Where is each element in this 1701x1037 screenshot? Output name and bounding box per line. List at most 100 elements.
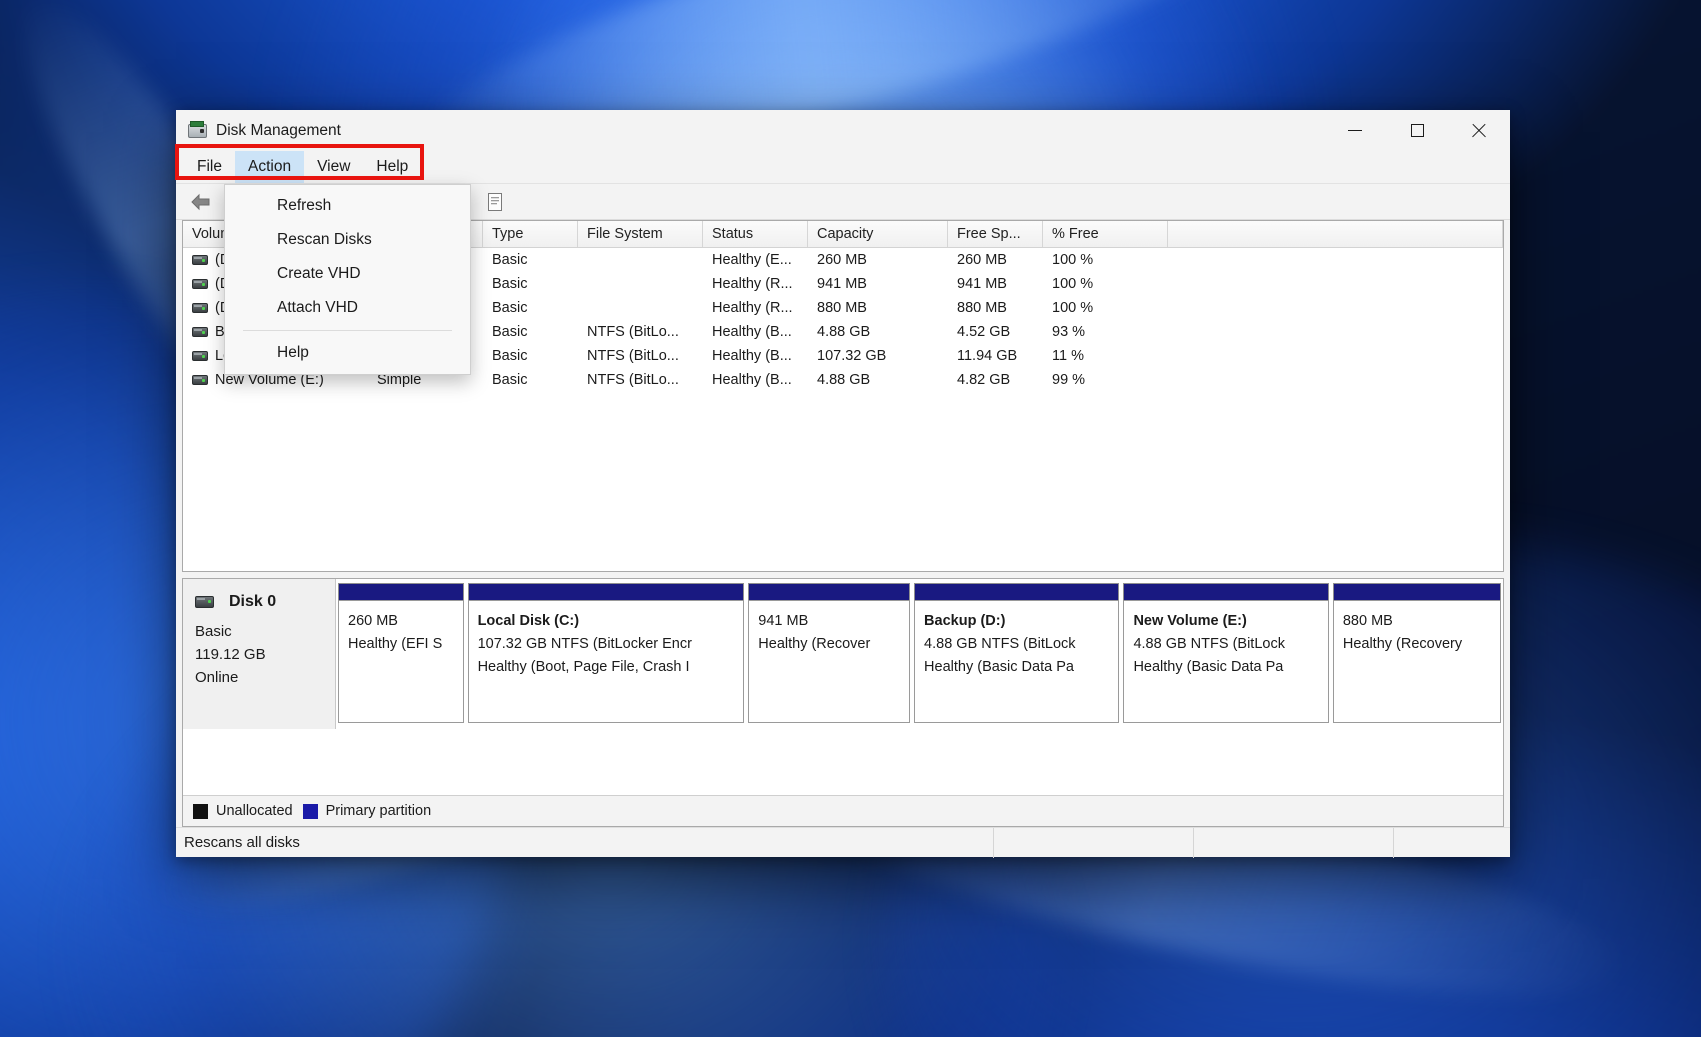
close-button[interactable]	[1448, 110, 1510, 151]
cell-free: 4.82 GB	[948, 372, 1043, 388]
menu-item-create-vhd[interactable]: Create VHD	[225, 257, 470, 291]
partition-status: Healthy (Basic Data Pa	[924, 656, 1110, 679]
volume-icon	[192, 327, 208, 337]
cell-pct_free: 100 %	[1043, 300, 1168, 316]
menu-help[interactable]: Help	[363, 151, 421, 183]
cell-type: Basic	[483, 300, 578, 316]
cell-status: Healthy (B...	[703, 372, 808, 388]
cell-pct_free: 93 %	[1043, 324, 1168, 340]
cell-type: Basic	[483, 324, 578, 340]
partition-strip: 260 MBHealthy (EFI SLocal Disk (C:)107.3…	[336, 579, 1503, 729]
partition-status: Healthy (Recover	[758, 633, 901, 656]
partition-size: 260 MB	[348, 610, 455, 633]
column-header-free-sp[interactable]: Free Sp...	[948, 221, 1043, 247]
partition-5[interactable]: 880 MBHealthy (Recovery	[1333, 583, 1501, 723]
cell-filesystem: NTFS (BitLo...	[578, 348, 703, 364]
menu-view[interactable]: View	[304, 151, 363, 183]
disk-management-window: Disk Management File Action View Help	[176, 110, 1510, 857]
status-text: Rescans all disks	[184, 834, 300, 851]
partition-type-bar	[1333, 583, 1501, 600]
cell-free: 941 MB	[948, 276, 1043, 292]
partition-type-bar	[914, 583, 1119, 600]
disk-info-panel[interactable]: Disk 0 Basic 119.12 GB Online	[183, 579, 336, 729]
partition-type-bar	[468, 583, 745, 600]
minimize-icon	[1348, 130, 1362, 131]
partition-0[interactable]: 260 MBHealthy (EFI S	[338, 583, 464, 723]
status-segment-3	[1393, 828, 1510, 858]
cell-capacity: 107.32 GB	[808, 348, 948, 364]
disk-row-0: Disk 0 Basic 119.12 GB Online 260 MBHeal…	[183, 579, 1503, 729]
partition-details: 941 MBHealthy (Recover	[748, 600, 910, 723]
cell-pct_free: 11 %	[1043, 348, 1168, 364]
action-dropdown-menu: RefreshRescan DisksCreate VHDAttach VHD H…	[224, 184, 471, 375]
partition-size: 880 MB	[1343, 610, 1492, 633]
column-header-capacity[interactable]: Capacity	[808, 221, 948, 247]
back-arrow-icon	[190, 193, 212, 211]
menu-action[interactable]: Action	[235, 151, 304, 183]
status-segment-1	[993, 828, 1193, 858]
legend-label: Unallocated	[216, 803, 293, 819]
maximize-button[interactable]	[1386, 110, 1448, 151]
menu-separator	[243, 330, 452, 331]
disk-type: Basic	[195, 620, 335, 643]
cell-status: Healthy (B...	[703, 324, 808, 340]
partition-type-bar	[1123, 583, 1328, 600]
cell-status: Healthy (E...	[703, 252, 808, 268]
partition-4[interactable]: New Volume (E:)4.88 GB NTFS (BitLockHeal…	[1123, 583, 1328, 723]
column-header-blank[interactable]	[1168, 221, 1503, 247]
partition-label: Backup (D:)	[924, 610, 1110, 633]
menu-item-attach-vhd[interactable]: Attach VHD	[225, 291, 470, 325]
properties-button[interactable]	[480, 188, 510, 216]
cell-pct_free: 100 %	[1043, 276, 1168, 292]
partition-status: Healthy (Recovery	[1343, 633, 1492, 656]
partition-details: Local Disk (C:)107.32 GB NTFS (BitLocker…	[468, 600, 745, 723]
cell-pct_free: 100 %	[1043, 252, 1168, 268]
legend-label: Primary partition	[326, 803, 432, 819]
status-segment-2	[1193, 828, 1393, 858]
partition-3[interactable]: Backup (D:)4.88 GB NTFS (BitLockHealthy …	[914, 583, 1119, 723]
menu-item-help[interactable]: Help	[225, 336, 470, 370]
column-header--free[interactable]: % Free	[1043, 221, 1168, 247]
cell-pct_free: 99 %	[1043, 372, 1168, 388]
menu-item-refresh[interactable]: Refresh	[225, 189, 470, 223]
volume-icon	[192, 351, 208, 361]
partition-status: Healthy (EFI S	[348, 633, 455, 656]
partition-size: 941 MB	[758, 610, 901, 633]
disk-icon	[195, 596, 214, 608]
partition-type-bar	[748, 583, 910, 600]
maximize-icon	[1411, 124, 1424, 137]
column-header-file-system[interactable]: File System	[578, 221, 703, 247]
cell-capacity: 4.88 GB	[808, 324, 948, 340]
volume-icon	[192, 255, 208, 265]
cell-capacity: 260 MB	[808, 252, 948, 268]
partition-details: 880 MBHealthy (Recovery	[1333, 600, 1501, 723]
cell-free: 880 MB	[948, 300, 1043, 316]
column-header-type[interactable]: Type	[483, 221, 578, 247]
partition-size: 107.32 GB NTFS (BitLocker Encr	[478, 633, 736, 656]
partition-2[interactable]: 941 MBHealthy (Recover	[748, 583, 910, 723]
cell-free: 260 MB	[948, 252, 1043, 268]
back-button[interactable]	[186, 188, 216, 216]
partition-label: Local Disk (C:)	[478, 610, 736, 633]
menu-item-rescan-disks[interactable]: Rescan Disks	[225, 223, 470, 257]
cell-type: Basic	[483, 276, 578, 292]
cell-status: Healthy (R...	[703, 300, 808, 316]
column-header-status[interactable]: Status	[703, 221, 808, 247]
cell-status: Healthy (R...	[703, 276, 808, 292]
properties-icon	[486, 192, 504, 212]
partition-details: New Volume (E:)4.88 GB NTFS (BitLockHeal…	[1123, 600, 1328, 723]
partition-label: New Volume (E:)	[1133, 610, 1319, 633]
disk-state: Online	[195, 666, 335, 689]
minimize-button[interactable]	[1324, 110, 1386, 151]
volume-icon	[192, 303, 208, 313]
cell-type: Basic	[483, 372, 578, 388]
cell-capacity: 941 MB	[808, 276, 948, 292]
partition-1[interactable]: Local Disk (C:)107.32 GB NTFS (BitLocker…	[468, 583, 745, 723]
legend: Unallocated Primary partition	[183, 795, 1503, 826]
volume-icon	[192, 375, 208, 385]
partition-details: 260 MBHealthy (EFI S	[338, 600, 464, 723]
graphical-disk-view: Disk 0 Basic 119.12 GB Online 260 MBHeal…	[182, 578, 1504, 827]
menu-file[interactable]: File	[184, 151, 235, 183]
disk-size: 119.12 GB	[195, 643, 335, 666]
close-icon	[1471, 123, 1487, 139]
